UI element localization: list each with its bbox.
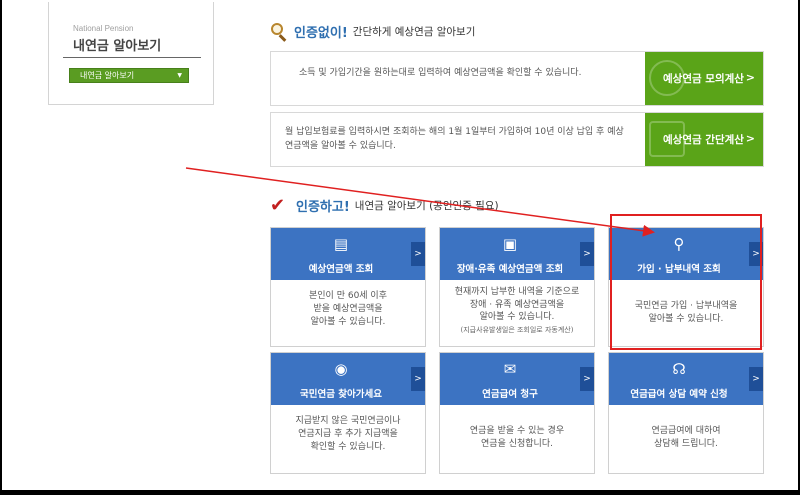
annotation-arrow <box>185 167 655 237</box>
page-frame: National Pension 내연금 알아보기 내연금 알아보기 ▼ 인증없… <box>2 0 798 490</box>
